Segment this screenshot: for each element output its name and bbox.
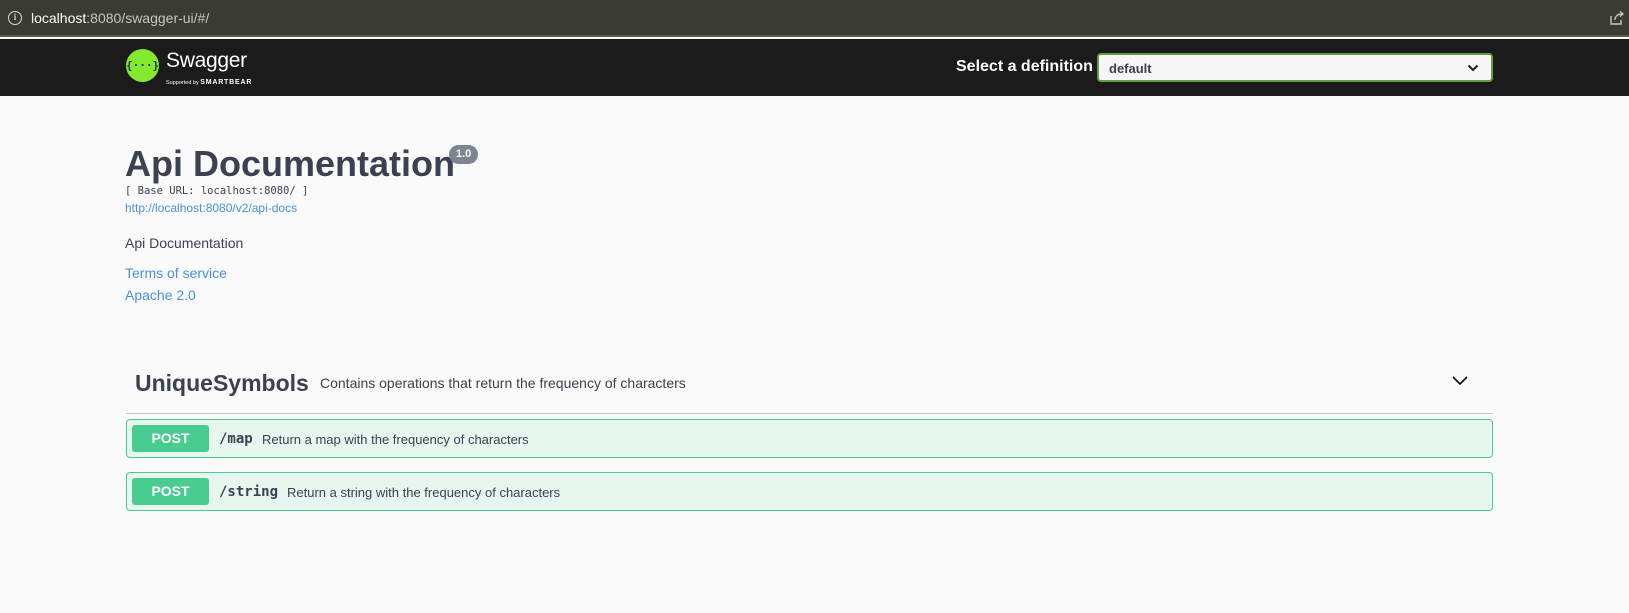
api-description: Api Documentation — [125, 235, 244, 251]
browser-address-bar: i localhost:8080/swagger-ui/#/ — [0, 0, 1629, 37]
logo-wordmark: Swagger — [166, 49, 247, 72]
method-badge: POST — [132, 425, 209, 452]
tag-description: Contains operations that return the freq… — [320, 375, 686, 391]
share-icon[interactable] — [1609, 10, 1625, 26]
license-link[interactable]: Apache 2.0 — [125, 287, 196, 303]
method-badge: POST — [132, 478, 209, 505]
definition-select-value: default — [1109, 61, 1152, 76]
chevron-down-icon[interactable] — [1451, 374, 1469, 388]
operation-post-map[interactable]: POST /map Return a map with the frequenc… — [126, 419, 1493, 458]
definition-select[interactable]: default — [1097, 53, 1493, 82]
tag-uniquesymbols-header[interactable]: UniqueSymbols Contains operations that r… — [126, 360, 1493, 414]
api-docs-link[interactable]: http://localhost:8080/v2/api-docs — [125, 201, 297, 215]
url-path: :8080/swagger-ui/#/ — [86, 10, 210, 26]
operation-path: /map — [219, 431, 253, 447]
url-host: localhost — [31, 10, 87, 26]
logo-subtitle: Supported by SMARTBEAR — [166, 79, 252, 86]
swagger-logo[interactable]: {···} Swagger Supported by SMARTBEAR — [126, 47, 286, 89]
swagger-logo-icon: {···} — [126, 49, 159, 82]
operation-post-string[interactable]: POST /string Return a string with the fr… — [126, 472, 1493, 511]
operation-path: /string — [219, 484, 279, 500]
version-badge: 1.0 — [449, 145, 479, 164]
tag-name: UniqueSymbols — [135, 370, 309, 396]
logo-sub-prefix: Supported by — [166, 80, 201, 86]
base-url: [ Base URL: localhost:8080/ ] — [125, 185, 309, 197]
operation-summary: Return a string with the frequency of ch… — [287, 485, 561, 500]
address-url[interactable]: localhost:8080/swagger-ui/#/ — [31, 10, 209, 26]
operation-summary: Return a map with the frequency of chara… — [262, 432, 529, 447]
info-icon[interactable]: i — [8, 11, 22, 25]
logo-sub-brand: SMARTBEAR — [200, 79, 253, 86]
select-definition-label: Select a definition — [956, 58, 1093, 75]
chevron-down-icon — [1467, 64, 1479, 72]
swagger-topbar: {···} Swagger Supported by SMARTBEAR Sel… — [0, 39, 1629, 96]
api-title: Api Documentation — [125, 143, 455, 184]
terms-of-service-link[interactable]: Terms of service — [125, 265, 227, 281]
